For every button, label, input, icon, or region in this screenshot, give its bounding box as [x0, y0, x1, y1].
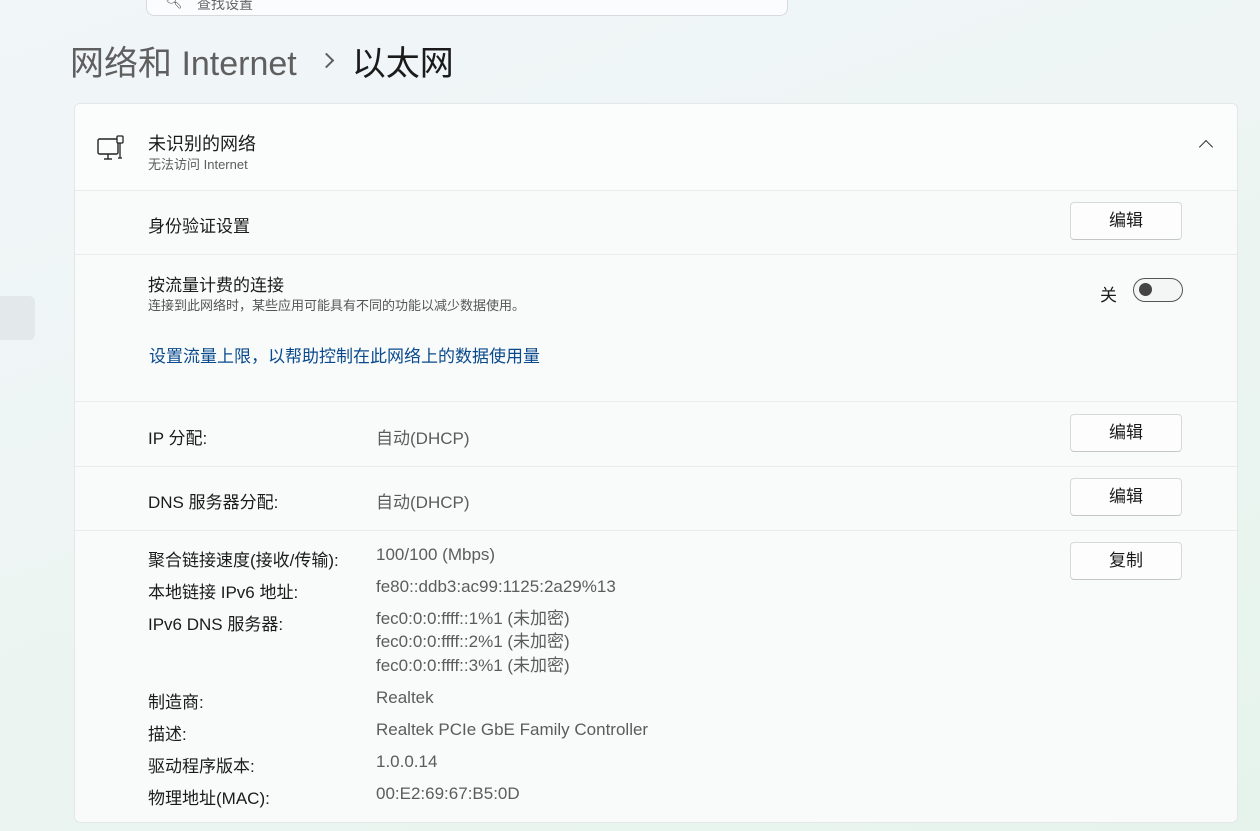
prop-value-ipv6-dns-2: fec0:0:0:ffff::2%1 (未加密) — [376, 632, 570, 651]
prop-value-manufacturer: Realtek — [376, 688, 434, 707]
ip-edit-button[interactable]: 编辑 — [1070, 414, 1182, 452]
prop-label-manufacturer: 制造商: — [148, 693, 204, 712]
search-box[interactable]: 🔍︎ 查找设置 — [146, 0, 788, 16]
dns-edit-button[interactable]: 编辑 — [1070, 478, 1182, 516]
prop-value-description: Realtek PCIe GbE Family Controller — [376, 720, 649, 739]
toggle-knob — [1139, 283, 1152, 296]
network-name: 未识别的网络 — [148, 134, 256, 154]
prop-value-ipv6-local: fe80::ddb3:ac99:1125:2a29%13 — [376, 577, 616, 596]
prop-label-ipv6-dns: IPv6 DNS 服务器: — [148, 615, 284, 634]
dns-assignment-row: DNS 服务器分配: 自动(DHCP) 编辑 — [75, 466, 1237, 531]
metered-toggle-state: 关 — [1100, 286, 1117, 305]
network-status: 无法访问 Internet — [148, 157, 248, 172]
prop-label-link-speed: 聚合链接速度(接收/传输): — [148, 551, 339, 570]
breadcrumb: 网络和 Internet 以太网 — [70, 36, 454, 85]
ethernet-card: 未识别的网络 无法访问 Internet 身份验证设置 编辑 按流量计费的连接 … — [74, 103, 1238, 823]
chevron-up-icon[interactable] — [1198, 139, 1214, 155]
prop-label-ipv6-local: 本地链接 IPv6 地址: — [148, 583, 299, 602]
dns-assignment-label: DNS 服务器分配: — [148, 493, 279, 512]
metered-toggle[interactable] — [1133, 278, 1183, 302]
page-title: 以太网 — [351, 44, 454, 83]
prop-label-driver-version: 驱动程序版本: — [148, 757, 255, 776]
data-limit-link[interactable]: 设置流量上限，以帮助控制在此网络上的数据使用量 — [149, 342, 540, 367]
prop-label-mac: 物理地址(MAC): — [148, 789, 270, 808]
network-header[interactable]: 未识别的网络 无法访问 Internet — [75, 104, 1237, 191]
ip-assignment-label: IP 分配: — [148, 429, 208, 448]
dns-assignment-value: 自动(DHCP) — [376, 493, 470, 512]
prop-value-ipv6-dns-1: fec0:0:0:ffff::1%1 (未加密) — [376, 609, 570, 628]
prop-label-description: 描述: — [148, 725, 187, 744]
ip-assignment-value: 自动(DHCP) — [376, 429, 470, 448]
prop-value-link-speed: 100/100 (Mbps) — [376, 545, 496, 564]
chevron-right-icon — [318, 52, 335, 68]
nav-selection-indicator[interactable] — [0, 296, 35, 340]
ip-assignment-row: IP 分配: 自动(DHCP) 编辑 — [75, 402, 1237, 467]
metered-connection-row: 按流量计费的连接 连接到此网络时，某些应用可能具有不同的功能以减少数据使用。 关… — [75, 254, 1237, 402]
breadcrumb-parent[interactable]: 网络和 Internet — [70, 36, 297, 85]
auth-settings-row: 身份验证设置 编辑 — [75, 190, 1237, 255]
prop-value-mac: 00:E2:69:67:B5:0D — [376, 784, 520, 803]
copy-button[interactable]: 复制 — [1070, 542, 1182, 580]
search-placeholder: 查找设置 — [197, 0, 253, 12]
metered-description: 连接到此网络时，某些应用可能具有不同的功能以减少数据使用。 — [148, 298, 526, 313]
properties-block: 复制 聚合链接速度(接收/传输): 100/100 (Mbps) 本地链接 IP… — [75, 530, 1237, 822]
search-icon: 🔍︎ — [165, 0, 183, 9]
ethernet-monitor-icon — [97, 135, 124, 160]
auth-edit-button[interactable]: 编辑 — [1070, 202, 1182, 240]
prop-value-ipv6-dns-3: fec0:0:0:ffff::3%1 (未加密) — [376, 656, 570, 675]
auth-settings-label: 身份验证设置 — [148, 217, 250, 236]
prop-value-driver-version: 1.0.0.14 — [376, 752, 438, 771]
metered-label: 按流量计费的连接 — [148, 276, 284, 295]
